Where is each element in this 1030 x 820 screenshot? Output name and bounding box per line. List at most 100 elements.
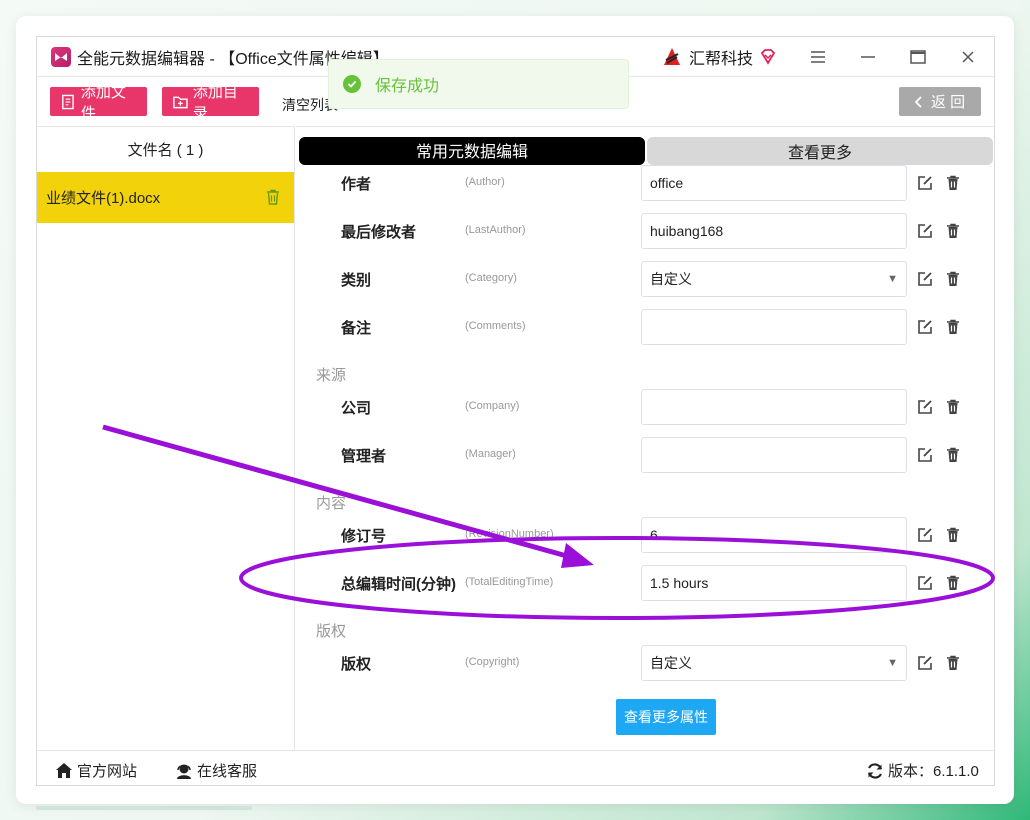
dropdown-caret-icon: ▼: [887, 273, 898, 285]
copyright-value: 自定义: [650, 655, 692, 671]
back-button[interactable]: 返 回: [899, 87, 981, 116]
delete-icon[interactable]: [946, 527, 960, 543]
revision-number-input[interactable]: 6: [641, 517, 907, 553]
home-icon: [56, 762, 72, 778]
field-key: (Author): [465, 176, 505, 188]
delete-icon[interactable]: [946, 175, 960, 191]
add-folder-button[interactable]: 添加目录: [162, 84, 259, 122]
comments-input[interactable]: [641, 309, 907, 345]
brand: 汇帮科技: [661, 45, 777, 69]
edit-icon[interactable]: [917, 527, 933, 543]
field-row-manager: 管理者 (Manager): [296, 437, 994, 473]
tab-common-label: 常用元数据编辑: [415, 144, 528, 161]
edit-icon[interactable]: [917, 271, 933, 287]
group-title-content: 内容: [316, 495, 347, 512]
check-circle-icon: [343, 75, 361, 93]
version-info: 版本：6.1.1.0: [866, 760, 979, 781]
field-key: (TotalEditingTime): [465, 576, 554, 588]
maximize-icon[interactable]: [908, 47, 928, 67]
delete-icon[interactable]: [946, 319, 960, 335]
field-row-author: 作者 (Author) office: [296, 165, 994, 201]
chevron-left-icon: [914, 95, 922, 108]
company-input[interactable]: [641, 389, 907, 425]
field-key: (Manager): [465, 448, 516, 460]
last-author-input[interactable]: huibang168: [641, 213, 907, 249]
view-more-properties-button[interactable]: 查看更多属性: [616, 699, 716, 735]
file-list-panel: 文件名 ( 1 ) 业绩文件(1).docx: [37, 126, 295, 750]
edit-icon[interactable]: [917, 399, 933, 415]
field-row-revision: 修订号 (RevisionNumber) 6: [296, 517, 994, 553]
field-key: (RevisionNumber): [465, 528, 554, 540]
tab-more-label: 查看更多: [787, 145, 852, 162]
field-row-company: 公司 (Company): [296, 389, 994, 425]
back-label: 返 回: [930, 94, 966, 111]
field-label: 版权: [341, 656, 372, 673]
add-file-icon: [62, 94, 74, 109]
field-key: (Company): [465, 400, 520, 412]
success-toast: 保存成功: [328, 59, 629, 109]
app-window: 全能元数据编辑器 - 【Office文件属性编辑】 汇帮科技 添加文件 添加目录…: [36, 36, 995, 786]
field-row-copyright: 版权 (Copyright) 自定义 ▼: [296, 645, 994, 681]
copyright-select[interactable]: 自定义 ▼: [641, 645, 907, 681]
field-label: 类别: [341, 272, 372, 289]
support-agent-icon: [177, 764, 191, 779]
field-row-comments: 备注 (Comments): [296, 309, 994, 345]
field-key: (Category): [465, 272, 517, 284]
delete-icon[interactable]: [946, 575, 960, 591]
total-editing-time-input[interactable]: 1.5 hours: [641, 565, 907, 601]
website-label: 官方网站: [77, 763, 138, 780]
edit-icon[interactable]: [917, 447, 933, 463]
status-bar: 官方网站 在线客服 版本：6.1.1.0: [37, 750, 994, 785]
edit-icon[interactable]: [917, 223, 933, 239]
delete-icon[interactable]: [946, 655, 960, 671]
add-file-label: 添加文件: [80, 83, 126, 122]
edit-icon[interactable]: [917, 175, 933, 191]
author-input[interactable]: office: [641, 165, 907, 201]
field-label: 总编辑时间(分钟): [341, 576, 456, 593]
group-title-source: 来源: [316, 367, 347, 384]
brand-logo-icon: [664, 48, 680, 65]
tab-common-metadata[interactable]: 常用元数据编辑: [299, 137, 645, 165]
file-list-item[interactable]: 业绩文件(1).docx: [37, 172, 294, 223]
category-value: 自定义: [650, 271, 692, 287]
field-label: 最后修改者: [341, 224, 417, 241]
delete-icon[interactable]: [946, 447, 960, 463]
official-website-link[interactable]: 官方网站: [55, 760, 137, 781]
app-logo-icon: [51, 46, 71, 67]
online-support-link[interactable]: 在线客服: [175, 760, 257, 781]
close-icon[interactable]: [958, 47, 978, 67]
edit-icon[interactable]: [917, 575, 933, 591]
add-folder-icon: [173, 96, 188, 108]
brand-name: 汇帮科技: [689, 51, 754, 68]
field-label: 备注: [341, 320, 372, 337]
add-folder-label: 添加目录: [192, 83, 238, 122]
field-label: 公司: [341, 400, 372, 417]
edit-icon[interactable]: [917, 655, 933, 671]
field-key: (LastAuthor): [465, 224, 526, 236]
field-key: (Copyright): [465, 656, 520, 668]
tab-view-more[interactable]: 查看更多: [647, 137, 993, 165]
edit-icon[interactable]: [917, 319, 933, 335]
delete-icon[interactable]: [946, 399, 960, 415]
field-row-total-editing-time: 总编辑时间(分钟) (TotalEditingTime) 1.5 hours: [296, 565, 994, 601]
field-key: (Comments): [465, 320, 526, 332]
add-file-button[interactable]: 添加文件: [50, 84, 147, 122]
version-label: 版本：6.1.1.0: [888, 763, 979, 780]
field-label: 管理者: [341, 448, 387, 465]
field-label: 修订号: [341, 528, 387, 545]
field-row-category: 类别 (Category) 自定义 ▼: [296, 261, 994, 297]
group-title-copyright: 版权: [316, 623, 347, 640]
refresh-icon: [867, 762, 883, 779]
minimize-icon[interactable]: [858, 47, 878, 67]
menu-icon[interactable]: [808, 47, 828, 67]
toast-message: 保存成功: [375, 78, 440, 95]
delete-file-icon[interactable]: [266, 189, 280, 205]
vip-diamond-icon[interactable]: [759, 48, 777, 66]
category-select[interactable]: 自定义 ▼: [641, 261, 907, 297]
delete-icon[interactable]: [946, 271, 960, 287]
delete-icon[interactable]: [946, 223, 960, 239]
card-shadow: [36, 806, 252, 810]
dropdown-caret-icon: ▼: [887, 657, 898, 669]
field-row-last-author: 最后修改者 (LastAuthor) huibang168: [296, 213, 994, 249]
manager-input[interactable]: [641, 437, 907, 473]
